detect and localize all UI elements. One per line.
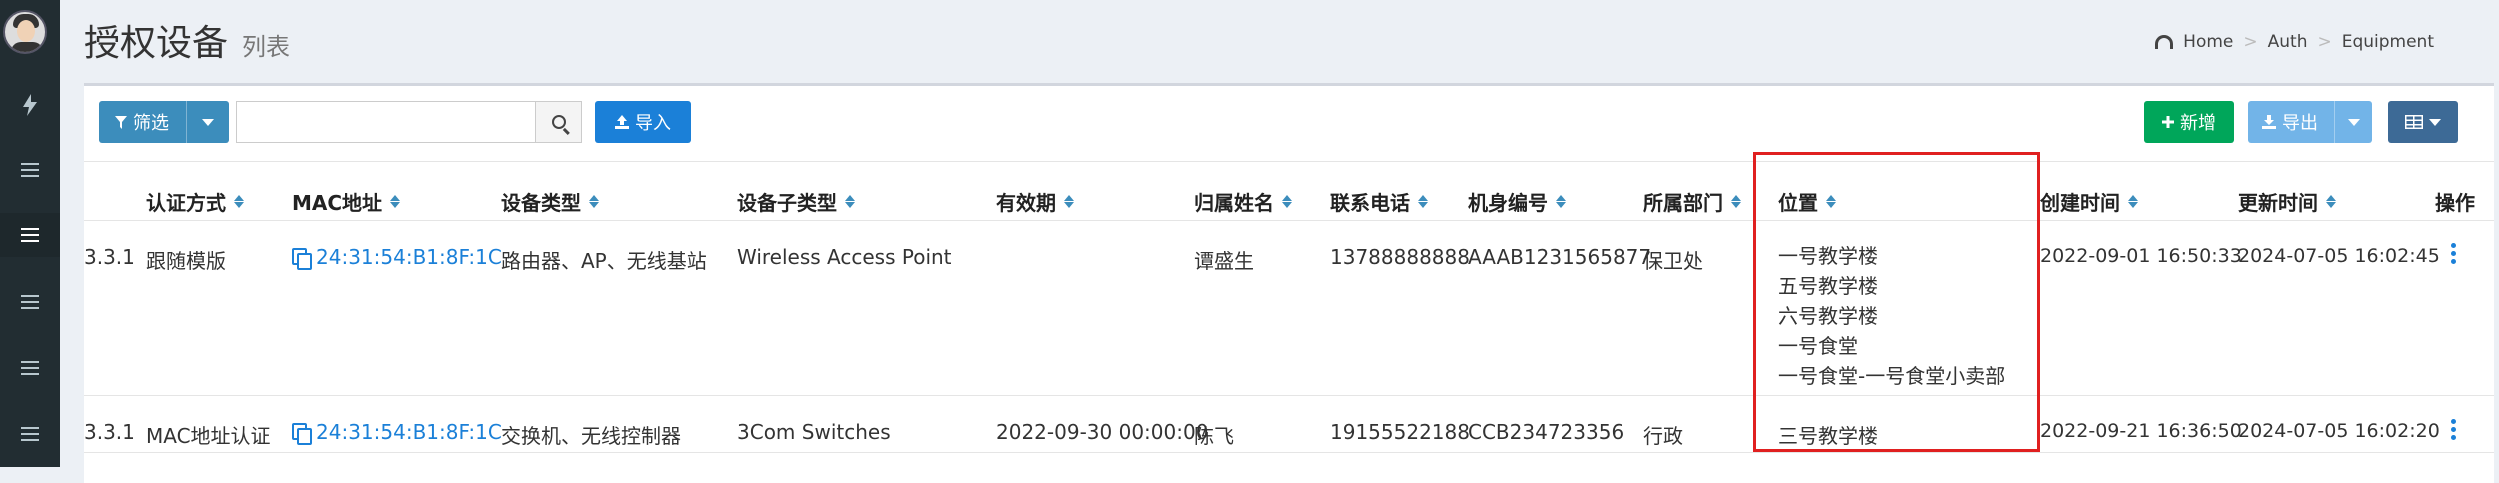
table-cell-phone: 19155522188 xyxy=(1330,420,1470,444)
table-cell-auth: 跟随模版 xyxy=(146,249,226,273)
breadcrumb-home[interactable]: Home xyxy=(2183,32,2233,52)
chevron-down-icon[interactable] xyxy=(202,119,214,126)
user-avatar[interactable] xyxy=(3,10,47,54)
add-button-label: 新增 xyxy=(2180,113,2216,134)
row-actions-icon[interactable] xyxy=(2450,419,2456,440)
table-cell-ip: 3.3.1 xyxy=(84,245,135,269)
plus-icon xyxy=(2162,116,2174,128)
export-button-label: 导出 xyxy=(2282,113,2318,134)
filter-icon xyxy=(115,115,127,129)
table-cell-updated: 2024-07-05 16:02:20 xyxy=(2238,420,2440,442)
add-button[interactable]: 新增 xyxy=(2144,101,2234,143)
sort-icon xyxy=(1064,195,1074,208)
column-header-created[interactable]: 创建时间 xyxy=(2040,187,2138,216)
menu-icon[interactable] xyxy=(0,148,60,192)
copy-icon[interactable] xyxy=(292,248,312,270)
copy-icon[interactable] xyxy=(292,423,312,445)
column-header-subtype[interactable]: 设备子类型 xyxy=(737,187,855,216)
table-cell-serial: AAAB1231565877 xyxy=(1468,245,1652,269)
table-cell-created: 2022-09-01 16:50:33 xyxy=(2040,245,2242,267)
table-cell-mac[interactable]: 24:31:54:B1:8F:1C xyxy=(292,245,502,270)
table-cell-created: 2022-09-21 16:36:50 xyxy=(2040,420,2242,442)
sort-icon xyxy=(390,195,401,208)
menu-icon[interactable] xyxy=(0,346,60,390)
search-icon xyxy=(551,115,566,129)
menu-icon[interactable] xyxy=(0,280,60,324)
column-header-phone[interactable]: 联系电话 xyxy=(1330,187,1428,216)
column-header-updated[interactable]: 更新时间 xyxy=(2238,187,2336,216)
sort-icon xyxy=(1731,195,1741,208)
column-header-dept[interactable]: 所属部门 xyxy=(1643,187,1741,216)
chevron-down-icon[interactable] xyxy=(2348,119,2360,126)
breadcrumb-separator: > xyxy=(2243,32,2258,52)
table-cell-auth: MAC地址认证 xyxy=(146,424,271,448)
sidebar xyxy=(0,0,60,467)
table-cell-ip: 3.3.1 xyxy=(84,420,135,444)
search-input[interactable] xyxy=(236,101,536,143)
table-icon xyxy=(2405,115,2423,129)
table-cell-owner: 谭盛生 xyxy=(1194,249,1254,273)
table-cell-subtype: Wireless Access Point xyxy=(737,245,952,269)
column-header-owner[interactable]: 归属姓名 xyxy=(1194,187,1292,216)
sort-icon xyxy=(1556,195,1566,208)
table-cell-dept: 保卫处 xyxy=(1643,249,1703,273)
table-cell-updated: 2024-07-05 16:02:45 xyxy=(2238,245,2440,267)
breadcrumb-separator: > xyxy=(2317,32,2332,52)
table-cell-type: 路由器、AP、无线基站 xyxy=(501,249,707,273)
sort-icon xyxy=(589,195,599,208)
column-header-validity[interactable]: 有效期 xyxy=(996,187,1074,216)
dashboard-icon xyxy=(2155,35,2174,49)
menu-icon[interactable] xyxy=(0,412,60,456)
chevron-down-icon xyxy=(2429,118,2441,126)
sort-icon xyxy=(234,195,244,208)
page-header: 授权设备 列表 xyxy=(84,14,290,66)
table-cell-owner: 陈飞 xyxy=(1194,424,1234,448)
filter-button-label: 筛选 xyxy=(133,113,169,134)
table-cell-mac[interactable]: 24:31:54:B1:8F:1C xyxy=(292,420,502,445)
column-header-serial[interactable]: 机身编号 xyxy=(1468,187,1566,216)
column-header-mac[interactable]: MAC地址 xyxy=(292,187,401,216)
table-cell-subtype: 3Com Switches xyxy=(737,420,891,444)
table-cell-type: 交换机、无线控制器 xyxy=(501,424,681,448)
row-actions-icon[interactable] xyxy=(2450,243,2456,264)
sort-icon xyxy=(845,195,855,208)
column-header-auth[interactable]: 认证方式 xyxy=(146,187,244,216)
download-icon xyxy=(2262,115,2276,129)
page-subtitle: 列表 xyxy=(242,33,291,61)
table-cell-dept: 行政 xyxy=(1643,424,1683,448)
sort-icon xyxy=(2326,195,2336,208)
sort-icon xyxy=(1418,195,1428,208)
filter-button[interactable]: 筛选 xyxy=(99,101,229,143)
menu-icon[interactable] xyxy=(0,213,60,257)
page-title: 授权设备 xyxy=(84,23,229,64)
table-cell-validity: 2022-09-30 00:00:00 xyxy=(996,420,1209,444)
location-column-highlight xyxy=(1753,152,2040,452)
sort-icon xyxy=(1282,195,1292,208)
sort-icon xyxy=(2128,195,2138,208)
upload-icon xyxy=(615,115,629,129)
table-cell-phone: 13788888888 xyxy=(1330,245,1470,269)
columns-toggle-button[interactable] xyxy=(2388,101,2458,143)
lightning-icon[interactable] xyxy=(0,83,60,127)
breadcrumb: Home > Auth > Equipment xyxy=(2155,32,2434,52)
export-button[interactable]: 导出 xyxy=(2248,101,2372,143)
breadcrumb-equipment: Equipment xyxy=(2341,32,2434,52)
import-button[interactable]: 导入 xyxy=(595,101,691,143)
import-button-label: 导入 xyxy=(635,113,671,134)
search-button[interactable] xyxy=(536,101,582,143)
table-cell-serial: CCB234723356 xyxy=(1468,420,1625,444)
column-header-actions: 操作 xyxy=(2435,191,2475,215)
column-header-type[interactable]: 设备类型 xyxy=(501,187,599,216)
content-panel: 筛选 导入 新增 导出 认证方式 MAC地址 设备类型 设备子类型 有效期 归属… xyxy=(84,83,2494,483)
breadcrumb-auth[interactable]: Auth xyxy=(2268,32,2308,52)
